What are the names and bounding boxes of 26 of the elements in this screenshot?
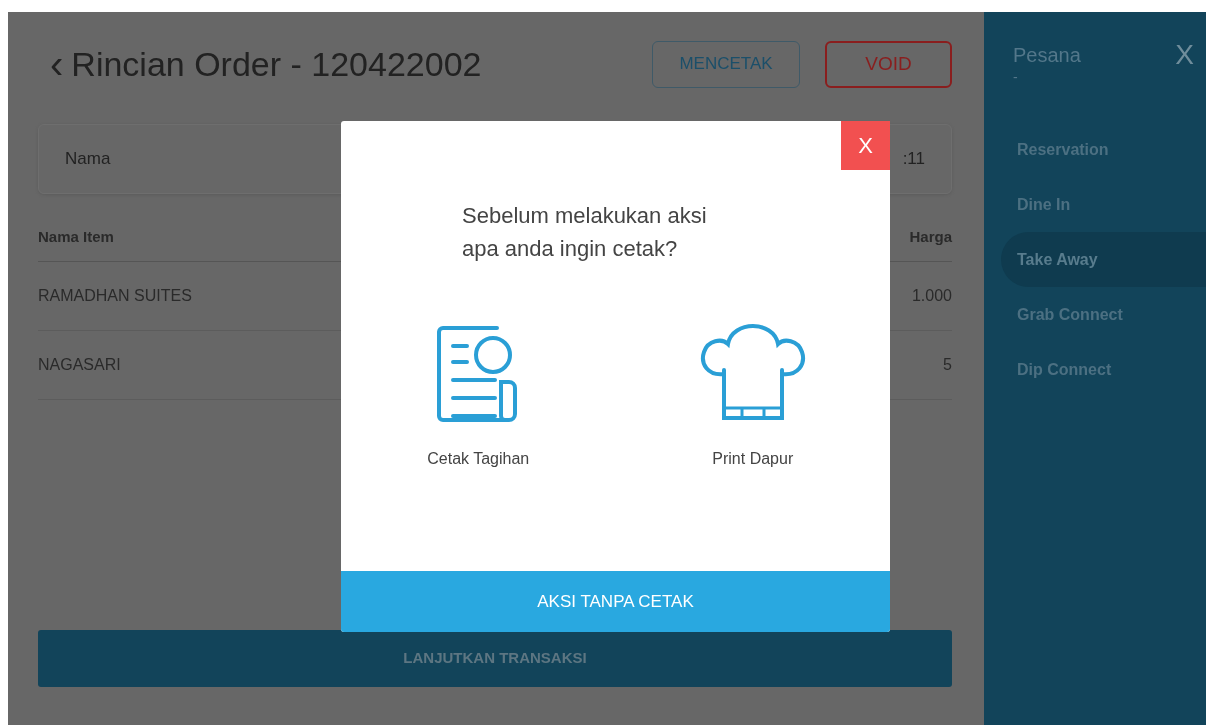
print-option[interactable]: Cetak Tagihan: [341, 323, 616, 472]
name-label: Nama: [65, 148, 111, 171]
column-header: Nama Item: [38, 227, 114, 247]
sidebar-item[interactable]: Dine In: [1001, 177, 1206, 232]
item-price: 5: [943, 354, 952, 375]
column-header: Harga: [909, 227, 952, 247]
sidebar-item[interactable]: Reservation: [1001, 122, 1206, 177]
item-name: RAMADHAN SUITES: [38, 285, 192, 306]
page-title: Rincian Order - 120422002: [71, 43, 483, 85]
close-button[interactable]: X: [1175, 40, 1194, 70]
dialog-question: Sebelum melakukan aksi apa anda ingin cetak?: [462, 202, 708, 263]
item-price: 1.000: [911, 285, 952, 306]
continue-button[interactable]: LANJUTKAN TRANSAKSI: [38, 630, 952, 687]
print-option[interactable]: Print Dapur: [615, 323, 890, 472]
back-button[interactable]: ‹: [50, 44, 64, 84]
item-name: NAGASARI: [38, 354, 121, 375]
time-value: :11: [902, 148, 925, 171]
sidebar-item[interactable]: Take Away: [1001, 232, 1206, 287]
sidebar-title: Pesana: [1013, 43, 1081, 68]
no-print-button[interactable]: AKSI TANPA CETAK: [341, 571, 890, 632]
void-button[interactable]: VOID: [825, 40, 952, 88]
sidebar-subtitle: -: [1012, 70, 1019, 84]
sidebar-item[interactable]: Grab Connect: [1001, 287, 1206, 342]
print-button[interactable]: MENCETAK: [652, 40, 800, 88]
close-button[interactable]: X: [841, 121, 890, 170]
sidebar-item[interactable]: Dip Connect: [1001, 342, 1206, 397]
